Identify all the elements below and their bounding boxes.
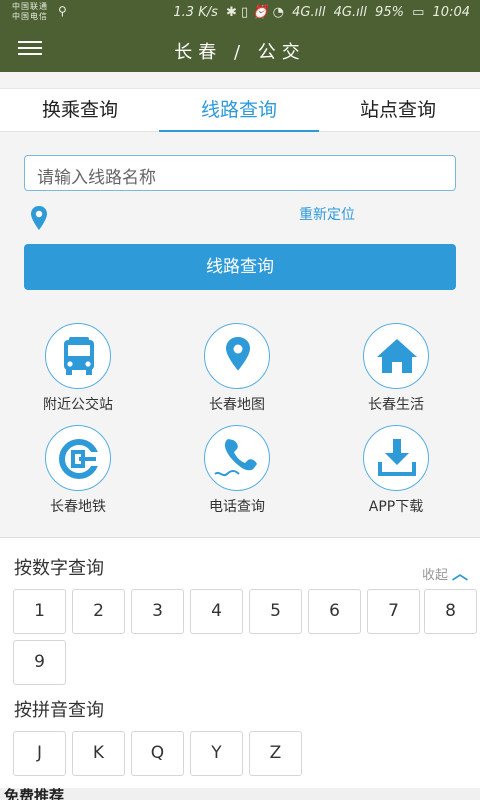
carrier-line-2: 中国电信 [12, 12, 48, 21]
tab-route[interactable]: 线路查询 [159, 95, 319, 131]
grid-item-metro[interactable]: 长春地铁 [18, 425, 138, 516]
grid-item-nearby-stops[interactable]: 附近公交站 [18, 323, 138, 414]
pinyin-query-title: 按拼音查询 [14, 700, 104, 721]
app-bar: 长春 / 公交 [0, 26, 480, 72]
grid-label: 长春地铁 [50, 499, 106, 515]
route-search-button[interactable]: 线路查询 [24, 244, 456, 290]
grid-label: 附近公交站 [43, 397, 113, 413]
grid-item-app-download[interactable]: APP下载 [336, 425, 456, 516]
pinyin-key[interactable]: Z [249, 731, 302, 776]
recommend-section-header: 免费推荐 [0, 788, 480, 800]
grid-item-map[interactable]: 长春地图 [177, 323, 297, 414]
usb-icon: ⚲ [58, 4, 67, 18]
battery-level: 95% [375, 5, 404, 20]
app-title: 长春 / 公交 [174, 42, 306, 63]
collapse-label: 收起 [421, 568, 448, 583]
bus-icon [45, 323, 111, 389]
number-key[interactable]: 2 [72, 589, 125, 634]
metro-icon [45, 425, 111, 491]
pinyin-key[interactable]: K [72, 731, 125, 776]
number-key[interactable]: 3 [131, 589, 184, 634]
pinyin-key[interactable]: Q [131, 731, 184, 776]
carrier-label: 中国联通 中国电信 [12, 2, 48, 22]
location-pin-icon [31, 206, 47, 230]
route-search-panel: 请输入线路名称 重新定位 线路查询 附近公交站 长春地图 长春生活 长春地铁 电… [0, 132, 480, 536]
tab-bar: 换乘查询 线路查询 站点查询 [0, 88, 480, 133]
clock: 10:04 [432, 5, 470, 20]
number-key[interactable]: 4 [190, 589, 243, 634]
number-key[interactable]: 5 [249, 589, 302, 634]
recommend-title: 免费推荐 [4, 788, 65, 800]
number-key[interactable]: 1 [13, 589, 66, 634]
number-key[interactable]: 6 [308, 589, 361, 634]
number-query-title: 按数字查询 [14, 558, 104, 579]
grid-label: APP下载 [368, 499, 424, 515]
collapse-toggle[interactable]: 收起 ︿ [422, 560, 468, 584]
signal-icon-2: 4G.ıll [333, 5, 367, 20]
network-speed: 1.3 K/s [173, 5, 218, 20]
grid-label: 长春地图 [209, 397, 265, 413]
pinyin-key[interactable]: Y [190, 731, 243, 776]
map-pin-icon [204, 323, 270, 389]
grid-label: 电话查询 [209, 499, 265, 515]
tab-transfer[interactable]: 换乘查询 [0, 95, 160, 131]
tab-station[interactable]: 站点查询 [318, 95, 478, 131]
number-key[interactable]: 9 [13, 640, 66, 685]
route-name-input[interactable]: 请输入线路名称 [24, 155, 456, 191]
battery-icon: ▭ [412, 5, 425, 20]
relocate-link[interactable]: 重新定位 [299, 204, 355, 224]
grid-label: 长春生活 [368, 397, 424, 413]
signal-icon-1: 4G.ıll [292, 5, 326, 20]
download-icon [363, 425, 429, 491]
status-right: 1.3 K/s ✱ ▯ ⏰ ◔ 4G.ıll 4G.ıll 95% ▭ 10:0… [169, 5, 470, 20]
home-icon [363, 323, 429, 389]
pinyin-key[interactable]: J [13, 731, 66, 776]
number-key[interactable]: 8 [424, 589, 477, 634]
phone-icon [204, 425, 270, 491]
carrier-line-1: 中国联通 [12, 2, 48, 11]
number-key[interactable]: 7 [367, 589, 420, 634]
chevron-up-icon: ︿ [451, 564, 468, 583]
system-icons: ✱ ▯ ⏰ ◔ [226, 5, 284, 20]
status-bar: 中国联通 中国电信 ⚲ 1.3 K/s ✱ ▯ ⏰ ◔ 4G.ıll 4G.ıl… [0, 0, 480, 26]
grid-item-life[interactable]: 长春生活 [336, 323, 456, 414]
grid-item-phone[interactable]: 电话查询 [177, 425, 297, 516]
quick-query-panel: 按数字查询 收起 ︿ 1 2 3 4 5 6 7 8 9 按拼音查询 J K Q … [0, 537, 480, 800]
